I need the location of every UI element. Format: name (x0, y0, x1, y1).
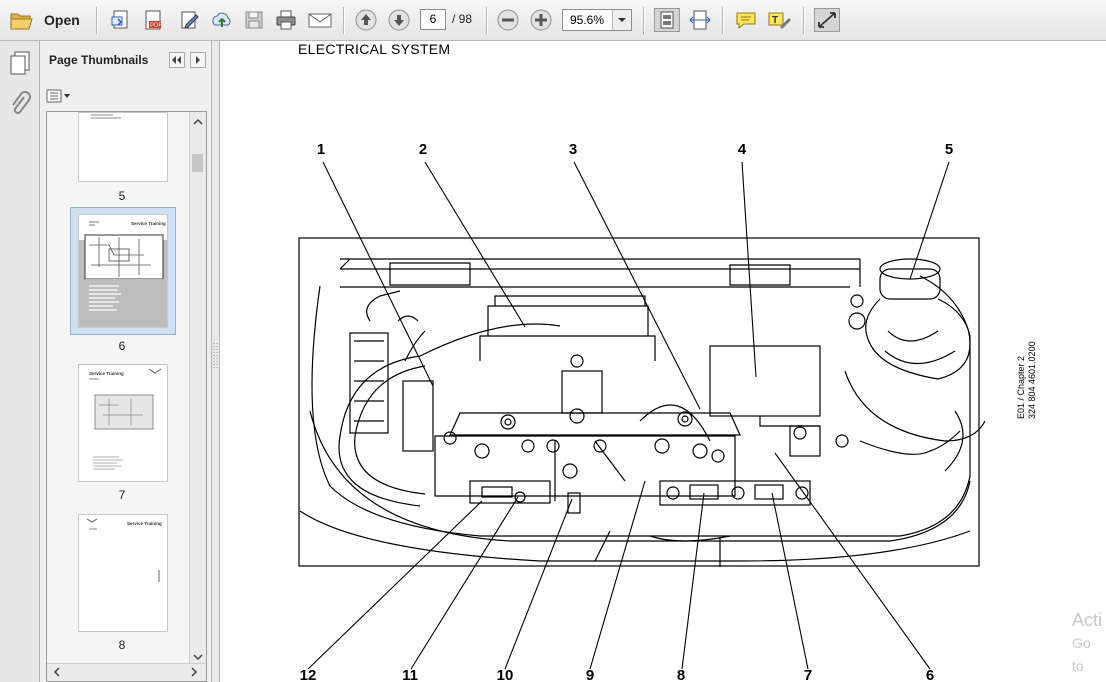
svg-text:PDF: PDF (150, 23, 162, 29)
scroll-right-icon[interactable] (186, 664, 202, 680)
watermark-line-2: Go to (1072, 635, 1091, 674)
fit-page-button[interactable] (654, 8, 680, 32)
edit-pdf-button[interactable] (177, 8, 203, 32)
zoom-select[interactable]: 95.6% (562, 9, 632, 31)
zoom-out-button[interactable] (495, 8, 521, 32)
chevron-down-icon (618, 18, 626, 22)
page-8-preview: Service Training (86, 518, 162, 582)
page-total: / 98 (452, 12, 473, 26)
zoom-value: 95.6% (570, 13, 605, 27)
expand-icon (818, 12, 836, 28)
create-pdf-icon (111, 10, 128, 29)
zoom-dropdown-button[interactable] (612, 10, 631, 30)
thumbnail-label: 5 (118, 189, 126, 203)
arrow-down-icon (388, 9, 410, 31)
thumbnail-label: 6 (118, 339, 126, 353)
highlighter-icon: T (768, 12, 791, 29)
navigation-rail (0, 41, 40, 682)
toolbar: Open PDF 6 / 98 95.6% T (0, 0, 1106, 41)
toolbar-separator (803, 7, 805, 34)
upload-button[interactable] (209, 8, 235, 32)
speech-bubble-icon (736, 12, 756, 30)
plus-circle-icon (530, 9, 552, 31)
thumbnail-label: 8 (118, 638, 126, 652)
page-thumbnails-tab[interactable] (6, 49, 34, 77)
double-chevron-left-icon (172, 56, 181, 64)
chevron-right-icon (196, 56, 200, 64)
thumbnail-options-button[interactable] (46, 88, 72, 104)
reference-line-2: 324 804 4601.0200 (1027, 341, 1037, 419)
fit-width-button[interactable] (687, 8, 713, 32)
open-button[interactable]: Open (4, 8, 84, 32)
printer-icon (276, 10, 296, 30)
scroll-left-icon[interactable] (49, 664, 65, 680)
fullscreen-button[interactable] (814, 8, 840, 32)
thumb-header: Service Training (127, 521, 162, 526)
page-number-input[interactable]: 6 (420, 9, 446, 30)
watermark-line-1: Acti (1072, 610, 1103, 630)
thumbnail-horizontal-scrollbar[interactable] (47, 663, 206, 681)
panel-header: Page Thumbnails (40, 41, 212, 79)
fit-width-icon (689, 10, 711, 30)
arrow-up-icon (355, 9, 377, 31)
fit-page-icon (660, 11, 674, 29)
folder-icon (10, 13, 33, 30)
thumbnail-vertical-scrollbar[interactable] (189, 112, 206, 665)
page-6-preview: Service Training (79, 215, 167, 327)
svg-text:T: T (772, 15, 778, 26)
thumbnail-panel: Page Thumbnails 5 Service Training 6 Ser… (40, 41, 212, 682)
page-5-preview (91, 114, 121, 119)
scroll-up-icon[interactable] (190, 114, 206, 130)
reference-line-1: E01 / Chapter 2 (1016, 355, 1026, 419)
print-button[interactable] (273, 8, 299, 32)
attachments-tab[interactable] (6, 91, 34, 119)
thumbnail-page-5[interactable] (78, 112, 168, 182)
panel-splitter[interactable] (212, 41, 220, 682)
previous-page-button[interactable] (353, 8, 379, 32)
panel-menu-button[interactable] (190, 52, 206, 68)
toolbar-separator (643, 7, 645, 34)
thumbnail-page-6[interactable]: Service Training (78, 214, 168, 328)
pages-icon (10, 51, 30, 75)
highlight-text-button[interactable]: T (766, 8, 792, 32)
open-label: Open (44, 12, 80, 28)
document-page: ELECTRICAL SYSTEM 1 2 3 4 5 6 7 8 9 10 1… (220, 41, 1106, 682)
document-reference: E01 / Chapter 2 324 804 4601.0200 (1016, 341, 1038, 419)
zoom-in-button[interactable] (528, 8, 554, 32)
options-list-icon (46, 89, 70, 103)
thumbnail-page-7[interactable]: Service Training (78, 364, 168, 482)
electrical-system-diagram (298, 161, 986, 670)
edit-pencil-icon (181, 11, 199, 29)
collapse-panel-button[interactable] (169, 52, 185, 68)
thumbnail-label: 7 (118, 488, 126, 502)
toolbar-separator (722, 7, 724, 34)
toolbar-separator (96, 7, 98, 34)
email-button[interactable] (306, 8, 332, 32)
next-page-button[interactable] (386, 8, 412, 32)
export-pdf-button[interactable]: PDF (141, 8, 167, 32)
cloud-upload-icon (212, 12, 231, 27)
toolbar-separator (343, 7, 345, 34)
create-pdf-button[interactable] (108, 8, 134, 32)
minus-circle-icon (497, 9, 519, 31)
save-disk-icon (245, 11, 263, 29)
comment-button[interactable] (733, 8, 759, 32)
thumbnail-list: 5 Service Training 6 Service Training 7 … (46, 111, 207, 682)
thumbnail-page-8[interactable]: Service Training (78, 514, 168, 632)
page-7-preview: Service Training (89, 368, 162, 470)
activation-watermark: Acti Go to (1072, 609, 1106, 678)
thumb-header: Service Training (131, 221, 166, 226)
panel-title: Page Thumbnails (49, 53, 149, 67)
envelope-icon (308, 13, 332, 28)
save-button[interactable] (241, 8, 267, 32)
splitter-grip-icon (213, 343, 218, 369)
pdf-file-icon: PDF (145, 10, 162, 30)
paperclip-icon (12, 91, 31, 114)
scrollbar-thumb[interactable] (192, 154, 203, 172)
thumb-header: Service Training (89, 371, 124, 376)
toolbar-separator (486, 7, 488, 34)
